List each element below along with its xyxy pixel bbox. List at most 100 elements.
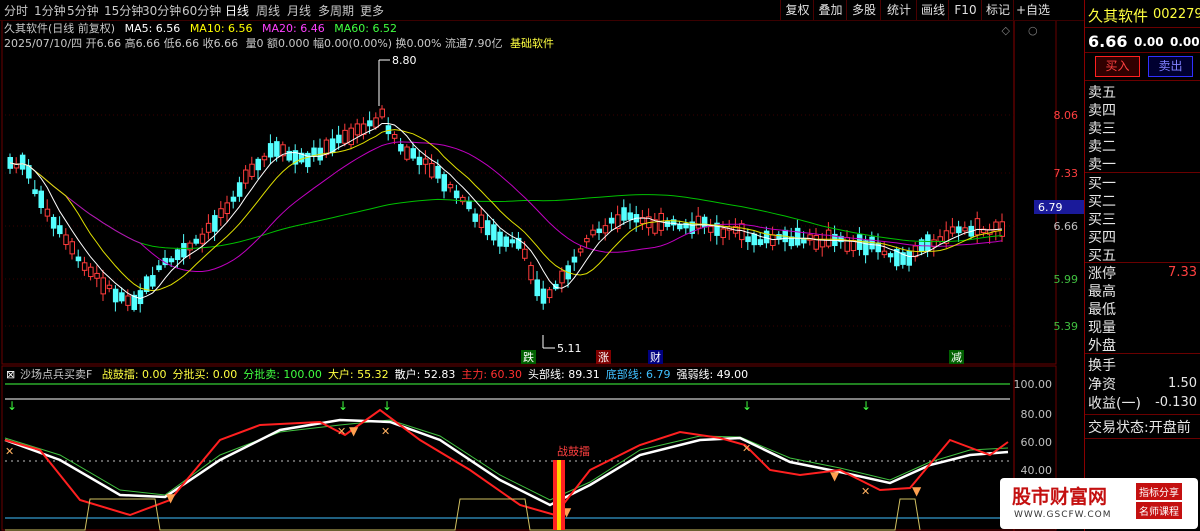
candle-body[interactable] [119, 292, 125, 302]
candle-body[interactable] [81, 262, 88, 271]
candle-body[interactable] [956, 226, 962, 234]
candle-body[interactable] [354, 123, 361, 136]
candle-body[interactable] [453, 190, 460, 199]
period-tab-1[interactable]: 1分钟 [34, 2, 66, 19]
settings-icon[interactable]: ⊠ [6, 368, 15, 381]
candle-body[interactable] [44, 208, 51, 217]
period-tab-0[interactable]: 分时 [4, 2, 28, 19]
candle-body[interactable] [701, 216, 708, 228]
candle-body[interactable] [571, 256, 578, 263]
toolbar-button-7[interactable]: +自选 [1013, 0, 1052, 20]
candle-body[interactable] [534, 279, 540, 297]
candle-body[interactable] [218, 208, 224, 219]
candle-body[interactable] [720, 228, 726, 239]
candle-body[interactable] [429, 163, 435, 178]
candle-body[interactable] [949, 226, 956, 234]
candle-body[interactable] [472, 213, 478, 222]
candle-body[interactable] [478, 214, 485, 228]
candle-body[interactable] [205, 222, 212, 233]
candle-body[interactable] [69, 241, 75, 255]
toolbar-button-2[interactable]: 多股 [846, 0, 881, 20]
candle-body[interactable] [323, 139, 330, 155]
candle-body[interactable] [974, 218, 981, 236]
candle-body[interactable] [751, 233, 757, 246]
candle-body[interactable] [677, 223, 683, 230]
candle-body[interactable] [88, 266, 94, 278]
candle-body[interactable] [168, 258, 175, 263]
candle-body[interactable] [447, 184, 454, 189]
candle-body[interactable] [925, 234, 931, 252]
candle-body[interactable] [528, 265, 534, 281]
sell-button[interactable]: 卖出 [1148, 56, 1193, 77]
candle-body[interactable] [590, 229, 596, 236]
toolbar-button-3[interactable]: 统计 [880, 0, 917, 20]
period-tab-10[interactable]: 更多 [360, 2, 384, 19]
candle-body[interactable] [181, 243, 187, 258]
diamond-icon[interactable]: ◇ [1002, 24, 1011, 37]
candle-body[interactable] [435, 165, 441, 179]
candle-body[interactable] [38, 190, 44, 209]
candle-body[interactable] [249, 163, 255, 177]
candle-body[interactable] [391, 134, 398, 139]
period-tab-4[interactable]: 30分钟 [142, 2, 181, 19]
candle-body[interactable] [844, 236, 850, 252]
candle-body[interactable] [385, 125, 392, 135]
period-tab-9[interactable]: 多周期 [318, 2, 354, 19]
toolbar-button-5[interactable]: F10 [948, 0, 982, 20]
candle-body[interactable] [50, 216, 57, 229]
candle-body[interactable] [608, 217, 615, 224]
candle-body[interactable] [274, 141, 280, 157]
period-tab-8[interactable]: 月线 [287, 2, 311, 19]
candle-body[interactable] [236, 182, 243, 197]
candle-body[interactable] [770, 234, 776, 247]
candle-body[interactable] [156, 265, 162, 271]
chart-area[interactable]: 8.06 7.33 6.66 5.99 5.39 6.79 ◇ ○ 久其软件(日… [0, 0, 1084, 531]
candle-body[interactable] [199, 233, 206, 244]
candle-body[interactable] [137, 290, 144, 305]
candle-body[interactable] [416, 156, 423, 166]
candle-body[interactable] [112, 288, 119, 303]
candle-body[interactable] [19, 154, 26, 170]
candle-body[interactable] [466, 200, 472, 210]
circle-icon[interactable]: ○ [1028, 24, 1038, 37]
candle-body[interactable] [745, 236, 751, 243]
period-tab-2[interactable]: 5分钟 [67, 2, 99, 19]
candle-body[interactable] [404, 146, 410, 160]
candle-body[interactable] [267, 143, 274, 158]
candle-body[interactable] [410, 148, 416, 159]
candle-body[interactable] [794, 227, 801, 246]
buy-button[interactable]: 买入 [1095, 56, 1140, 77]
period-tab-7[interactable]: 周线 [256, 2, 280, 19]
candle-body[interactable] [937, 236, 943, 242]
candle-body[interactable] [373, 117, 379, 128]
candle-body[interactable] [887, 253, 894, 258]
candle-body[interactable] [94, 272, 100, 279]
candle-body[interactable] [75, 256, 82, 262]
candle-body[interactable] [819, 239, 826, 248]
candle-body[interactable] [906, 250, 912, 266]
toolbar-button-1[interactable]: 叠加 [813, 0, 847, 20]
period-tab-6[interactable]: 日线 [225, 2, 249, 19]
candle-body[interactable] [441, 174, 447, 192]
candle-body[interactable] [881, 250, 888, 256]
candle-body[interactable] [336, 134, 342, 144]
candle-body[interactable] [212, 215, 218, 232]
candle-body[interactable] [255, 158, 261, 171]
candle-body[interactable] [106, 284, 113, 290]
candle-body[interactable] [509, 239, 516, 244]
candle-body[interactable] [825, 229, 832, 247]
candle-body[interactable] [540, 288, 547, 304]
candle-body[interactable] [584, 238, 590, 243]
candle-body[interactable] [739, 223, 745, 241]
toolbar-button-4[interactable]: 画线 [916, 0, 949, 20]
period-tab-3[interactable]: 15分钟 [104, 2, 143, 19]
candle-body[interactable] [484, 220, 491, 236]
candle-body[interactable] [664, 220, 671, 227]
candle-body[interactable] [602, 225, 609, 234]
candle-body[interactable] [813, 235, 819, 250]
candle-body[interactable] [962, 227, 968, 232]
candle-body[interactable] [757, 239, 764, 246]
candle-body[interactable] [150, 275, 156, 287]
candle-body[interactable] [243, 169, 249, 184]
candle-body[interactable] [522, 248, 528, 259]
